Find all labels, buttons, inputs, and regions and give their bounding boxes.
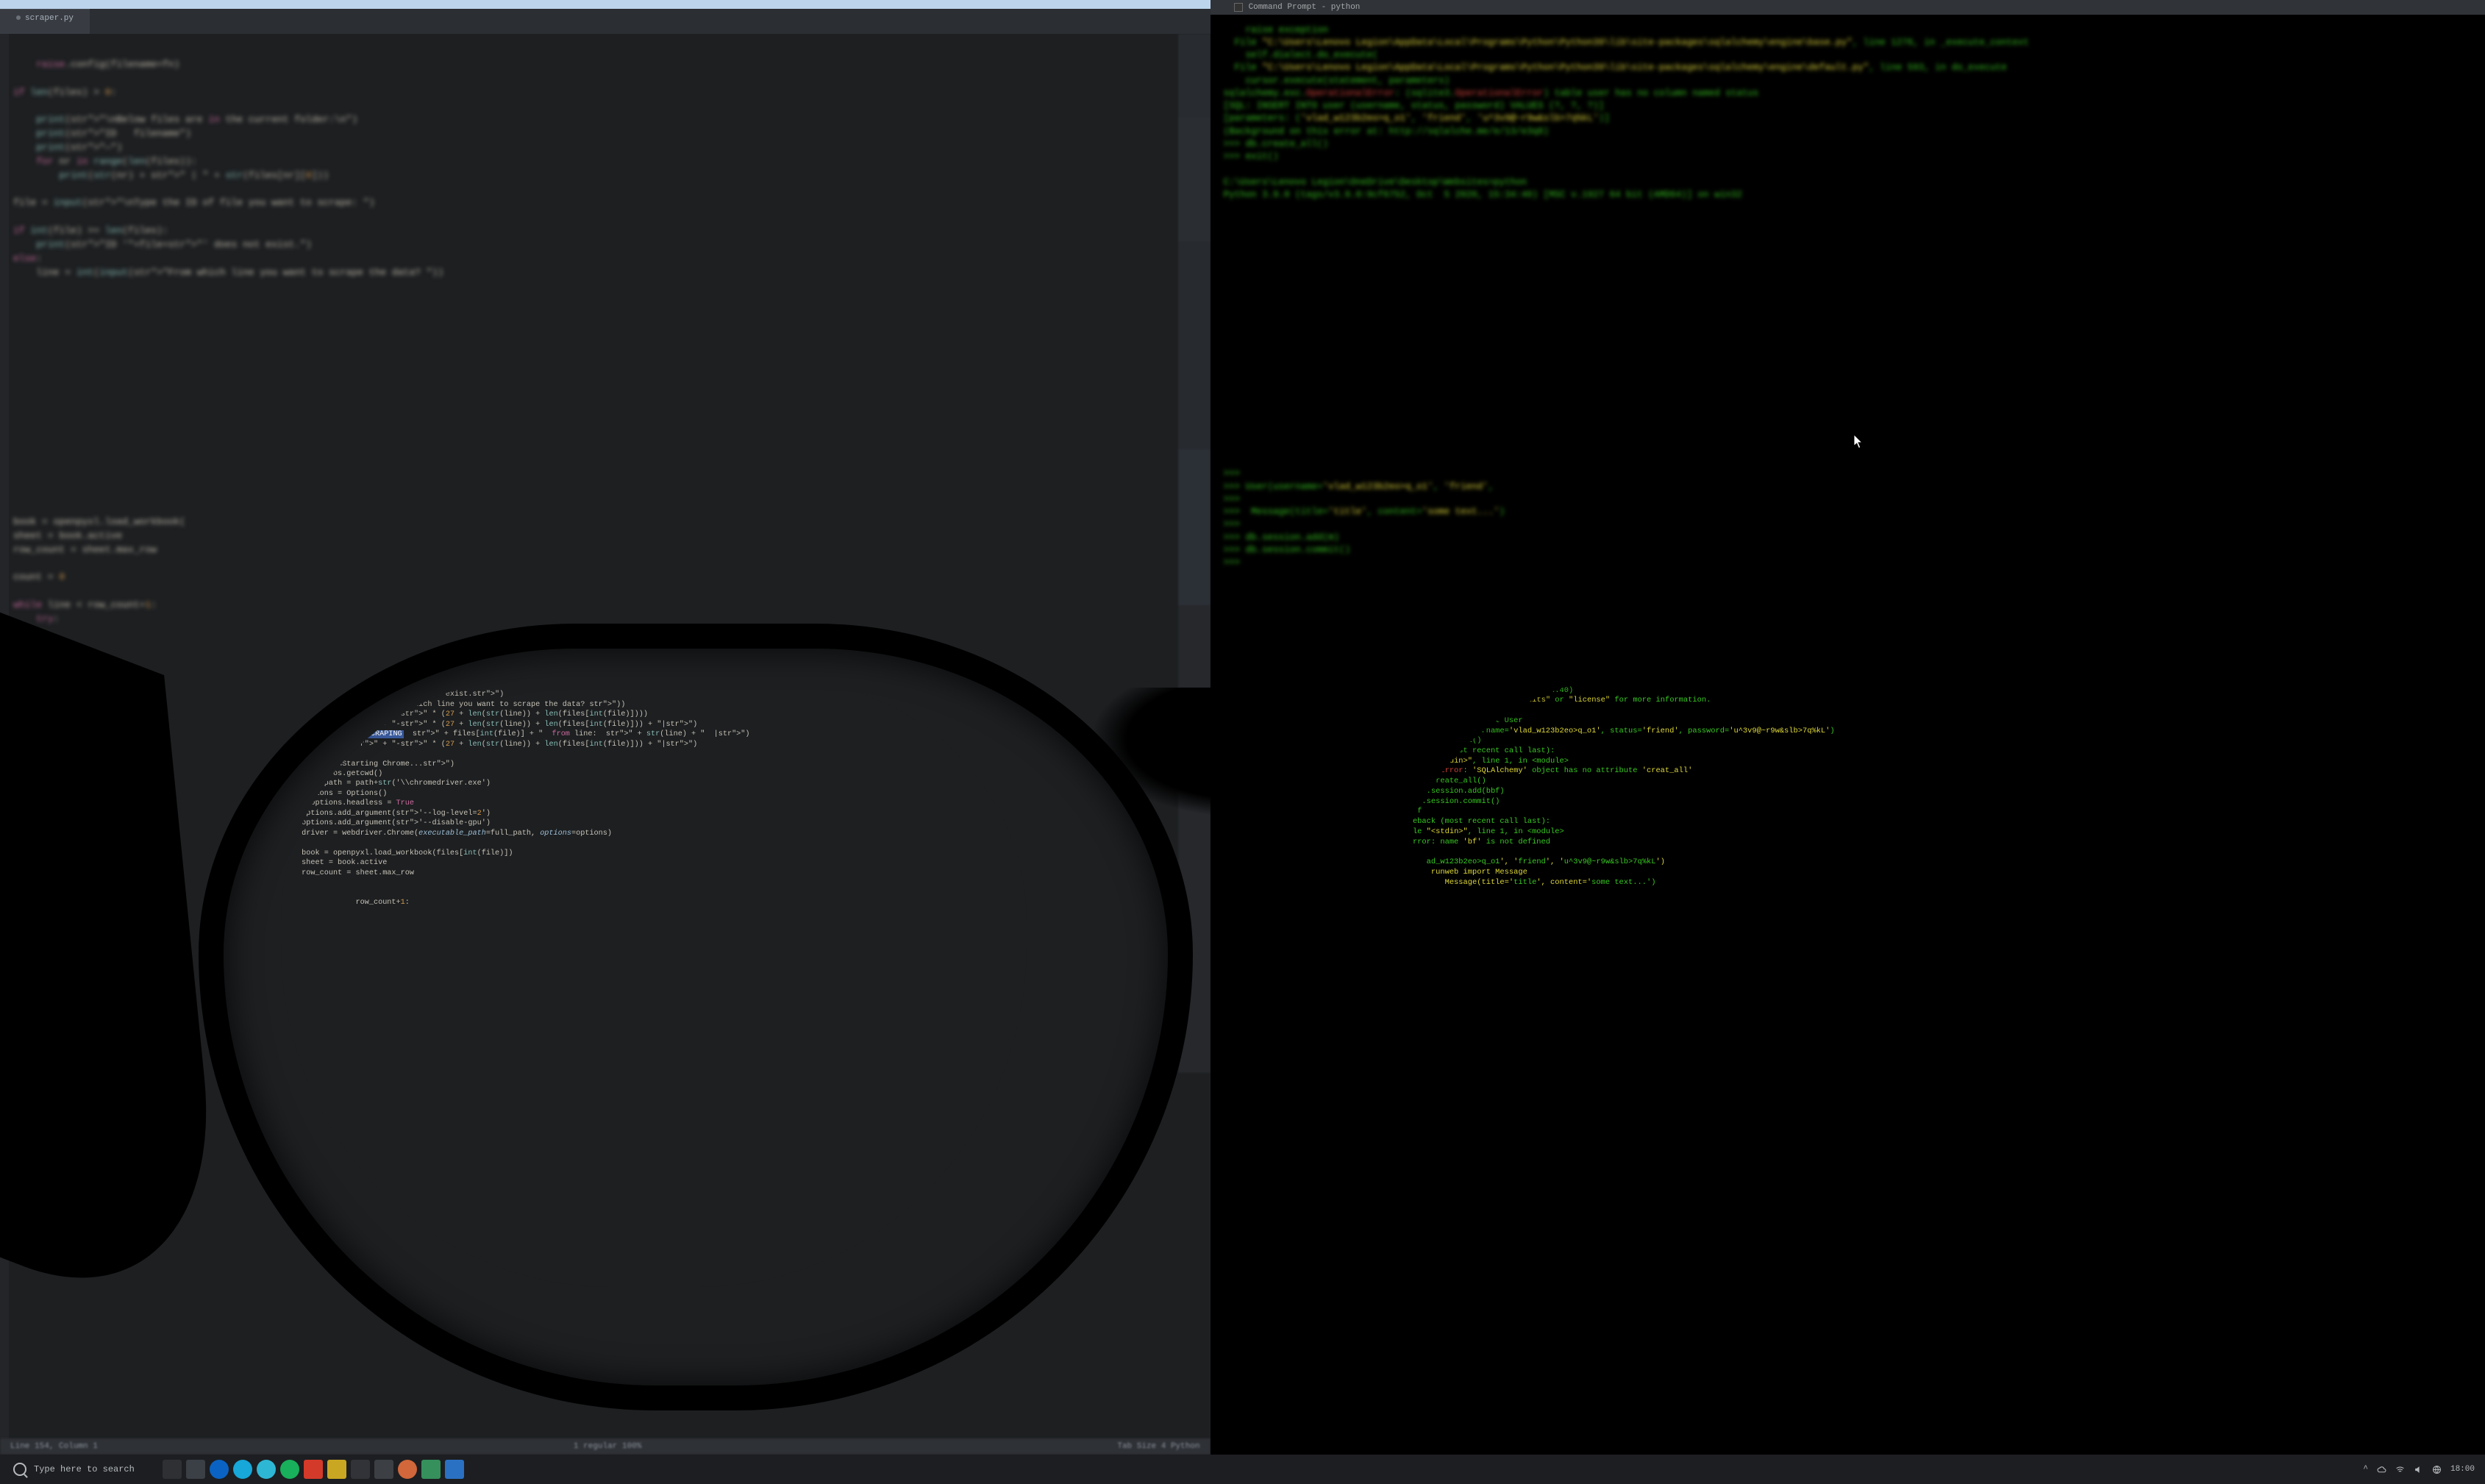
terminal-output-blurred: raise exception File "C:\Users\Lenovo Le… (1224, 24, 2485, 570)
photo-scene: scraper.py raise.config(filename=fn) if … (0, 0, 2485, 1484)
editor-statusbar: Line 154, Column 1 1 regular 100% Tab Si… (0, 1438, 1211, 1455)
right-lens-view: v3.9.0:9cf6752, Oct 5 2020, 15:34:40) "h… (1391, 674, 2150, 1282)
taskbar-app-icon[interactable] (445, 1460, 464, 1479)
taskbar-app-icon[interactable] (186, 1460, 205, 1479)
mouse-cursor (1854, 435, 1864, 448)
window-titlebar-right: Command Prompt - python (1211, 0, 2485, 15)
taskbar-app-icon[interactable] (327, 1460, 346, 1479)
terminal-title: Command Prompt - python (1234, 3, 1361, 12)
taskbar-app-icon[interactable] (210, 1460, 229, 1479)
taskbar-app-icon[interactable] (351, 1460, 370, 1479)
terminal-output-sharp: v3.9.0:9cf6752, Oct 5 2020, 15:34:40) "h… (1399, 686, 2145, 888)
taskbar-app-icon[interactable] (233, 1460, 252, 1479)
left-lens-view: does not exist.str">") line = int(input(… (281, 678, 1027, 1286)
search-placeholder: Type here to search (34, 1464, 135, 1474)
taskbar-app-icon[interactable] (280, 1460, 299, 1479)
tab-label: scraper.py (25, 14, 74, 23)
chevron-up-icon[interactable]: ^ (2363, 1465, 2368, 1474)
taskbar-app-icon[interactable] (163, 1460, 182, 1479)
taskbar-app-icon[interactable] (257, 1460, 276, 1479)
taskbar-app-icon[interactable] (374, 1460, 393, 1479)
windows-taskbar-right: ^ 18:00 (1211, 1455, 2485, 1484)
speaker-icon[interactable] (2414, 1465, 2423, 1474)
taskbar-app-icon[interactable] (398, 1460, 417, 1479)
editor-code-blurred: raise.config(filename=fn) if len(files) … (13, 58, 1211, 627)
taskbar-app-icon[interactable] (304, 1460, 323, 1479)
editor-minimap[interactable] (1178, 34, 1211, 1073)
window-titlebar-left (0, 0, 1211, 9)
status-lang: Tab Size 4 Python (1117, 1442, 1199, 1451)
status-line-col: Line 154, Column 1 (10, 1442, 98, 1451)
editor-tabs: scraper.py (0, 9, 1211, 34)
status-mid: 1 regular 100% (574, 1442, 641, 1451)
wifi-icon[interactable] (2395, 1465, 2405, 1474)
taskbar-app-icons (163, 1460, 464, 1479)
taskbar-search[interactable]: Type here to search (7, 1460, 140, 1479)
taskbar-clock[interactable]: 18:00 (2450, 1465, 2475, 1474)
editor-gutter (0, 34, 9, 1438)
taskbar-app-icon[interactable] (421, 1460, 441, 1479)
cloud-icon[interactable] (2377, 1465, 2386, 1474)
system-tray: ^ 18:00 (2363, 1465, 2475, 1474)
globe-icon[interactable] (2432, 1465, 2442, 1474)
editor-tab[interactable]: scraper.py (0, 9, 90, 34)
cmd-icon (1234, 3, 1243, 12)
search-icon (13, 1463, 26, 1476)
editor-code-sharp: does not exist.str">") line = int(input(… (288, 690, 1022, 907)
windows-taskbar-left: Type here to search (0, 1455, 1211, 1484)
